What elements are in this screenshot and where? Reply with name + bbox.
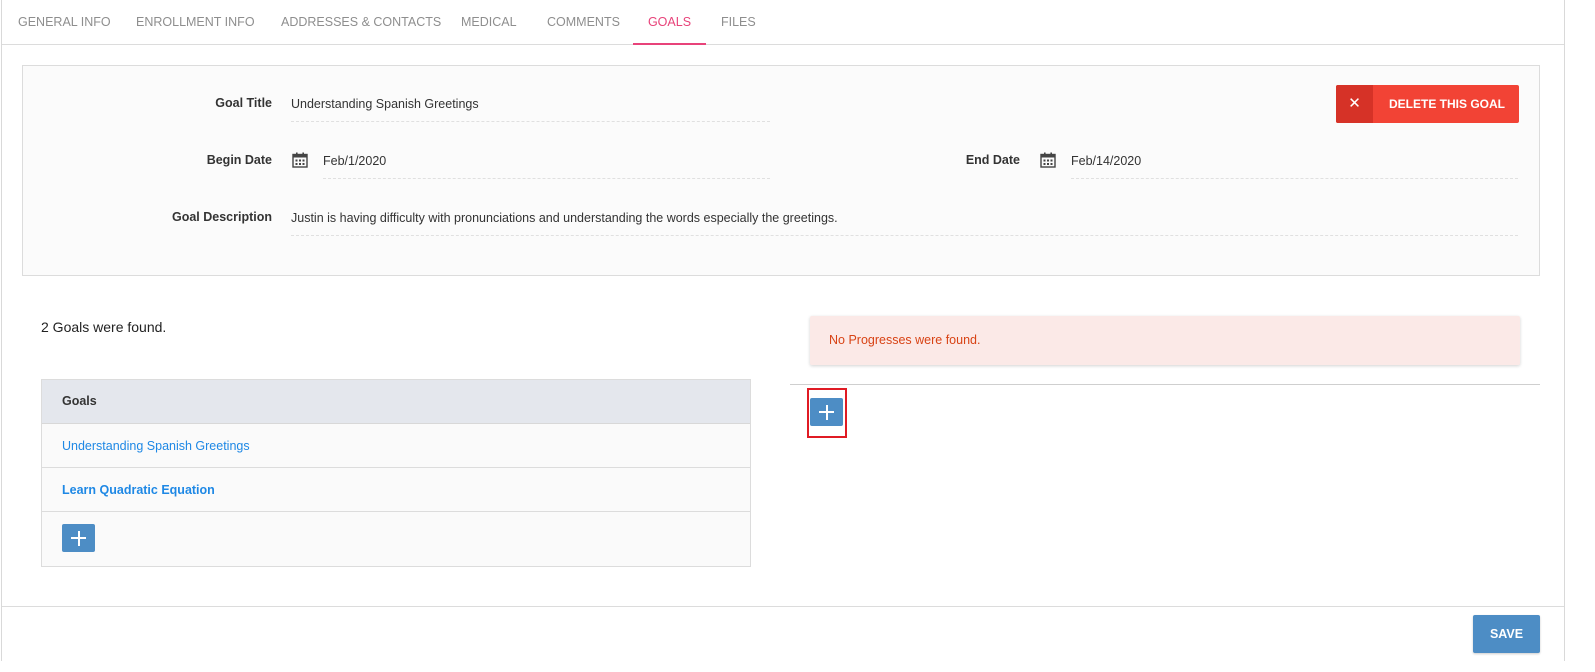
add-progress-button[interactable] (810, 398, 843, 426)
goal-title-field[interactable]: Understanding Spanish Greetings (291, 96, 770, 122)
table-row: Learn Quadratic Equation (42, 468, 750, 512)
goal-description-label: Goal Description (171, 210, 272, 224)
tab-bar: GENERAL INFO ENROLLMENT INFO ADDRESSES &… (2, 0, 1564, 45)
tab-files[interactable]: FILES (721, 0, 756, 45)
goals-table-header: Goals (42, 380, 750, 424)
goals-column-header: Goals (62, 394, 97, 408)
tab-general-info[interactable]: GENERAL INFO (18, 0, 111, 45)
tab-addresses-contacts[interactable]: ADDRESSES & CONTACTS (281, 0, 441, 45)
no-progress-text: No Progresses were found. (829, 333, 981, 347)
save-button[interactable]: SAVE (1473, 615, 1540, 653)
begin-date-field[interactable]: Feb/1/2020 (323, 153, 770, 179)
tab-comments[interactable]: COMMENTS (547, 0, 620, 45)
goal-link[interactable]: Understanding Spanish Greetings (62, 439, 250, 453)
goals-found-text: 2 Goals were found. (41, 319, 167, 335)
begin-date-label: Begin Date (206, 153, 272, 167)
calendar-icon[interactable] (292, 152, 308, 168)
goal-link[interactable]: Learn Quadratic Equation (62, 483, 215, 497)
close-icon: ✕ (1336, 85, 1373, 123)
tab-goals[interactable]: GOALS (633, 0, 706, 45)
calendar-icon[interactable] (1040, 152, 1056, 168)
goals-table: Goals Understanding Spanish Greetings Le… (41, 379, 751, 567)
delete-goal-button[interactable]: ✕ DELETE THIS GOAL (1336, 85, 1519, 123)
tab-enrollment-info[interactable]: ENROLLMENT INFO (136, 0, 255, 45)
no-progress-alert: No Progresses were found. (810, 316, 1520, 365)
end-date-label: End Date (965, 153, 1020, 167)
goal-title-label: Goal Title (215, 96, 272, 110)
divider (790, 384, 1540, 385)
add-goal-button[interactable] (62, 524, 95, 552)
tab-medical[interactable]: MEDICAL (461, 0, 517, 45)
goal-description-field[interactable]: Justin is having difficulty with pronunc… (291, 210, 1518, 236)
end-date-field[interactable]: Feb/14/2020 (1071, 153, 1518, 179)
footer-bar (2, 606, 1564, 661)
table-row: Understanding Spanish Greetings (42, 424, 750, 468)
delete-goal-label: DELETE THIS GOAL (1389, 97, 1506, 111)
